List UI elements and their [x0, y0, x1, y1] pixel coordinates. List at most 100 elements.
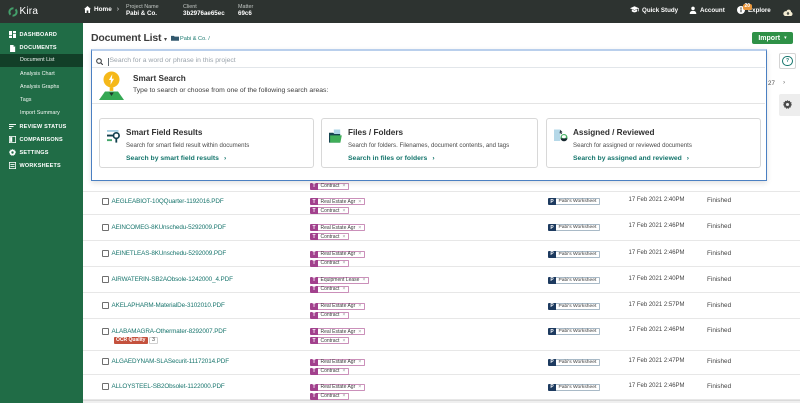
- sidebar-item-dashboard[interactable]: DASHBOARD: [0, 28, 83, 41]
- tag-label: Real Estate Agr: [321, 199, 356, 205]
- row-checkbox[interactable]: [102, 276, 109, 283]
- assigned-reviewed-desc: Search for assigned or reviewed document…: [573, 142, 692, 149]
- import-button[interactable]: Import ▾: [752, 32, 793, 44]
- tag-remove-icon[interactable]: ×: [358, 199, 361, 205]
- tag-type-icon: T: [310, 183, 318, 190]
- worksheet-tag[interactable]: P Pabi's Worksheet: [548, 277, 600, 284]
- worksheet-tag[interactable]: P Pabi's Worksheet: [548, 328, 600, 335]
- row-checkbox[interactable]: [102, 358, 109, 365]
- document-tag[interactable]: T Real Estate Agr×: [310, 224, 365, 231]
- worksheet-tag[interactable]: P Pabi's Worksheet: [548, 384, 600, 391]
- document-tag[interactable]: T Contract×: [310, 233, 349, 240]
- worksheet-tag[interactable]: P Pabi's Worksheet: [548, 198, 600, 205]
- row-checkbox[interactable]: [102, 328, 109, 335]
- cloud-sync-button[interactable]: [783, 9, 793, 16]
- pagination-next-icon[interactable]: ›: [783, 79, 785, 86]
- row-checkbox[interactable]: [102, 383, 109, 390]
- worksheet-tag[interactable]: P Pabi's Worksheet: [548, 359, 600, 366]
- assigned-reviewed-link[interactable]: Search by assigned and reviewed›: [573, 155, 689, 162]
- quick-study-button[interactable]: Quick Study: [630, 6, 678, 14]
- document-tag[interactable]: T Real Estate Agr×: [310, 303, 365, 310]
- sidebar-worksheets-label: WORKSHEETS: [20, 163, 61, 169]
- document-tag[interactable]: T Real Estate Agr×: [310, 384, 365, 391]
- row-divider: [83, 214, 800, 215]
- tag-type-icon: T: [310, 251, 318, 258]
- files-folders-card[interactable]: Files / Folders Search for folders. File…: [321, 118, 538, 168]
- document-tag[interactable]: T Contract×: [310, 312, 349, 319]
- worksheet-tag[interactable]: P Pabi's Worksheet: [548, 303, 600, 310]
- document-tag[interactable]: T Contract×: [310, 368, 349, 375]
- tag-remove-icon[interactable]: ×: [362, 277, 365, 283]
- sidebar-item-document-list[interactable]: Document List: [0, 54, 83, 67]
- tag-remove-icon[interactable]: ×: [358, 251, 361, 257]
- assigned-reviewed-card[interactable]: Assigned / Reviewed Search for assigned …: [546, 118, 761, 168]
- tag-remove-icon[interactable]: ×: [358, 329, 361, 335]
- smart-field-results-link[interactable]: Search by smart field results›: [126, 155, 226, 162]
- tag-remove-icon[interactable]: ×: [342, 368, 345, 374]
- tag-remove-icon[interactable]: ×: [342, 286, 345, 292]
- row-checkbox[interactable]: [102, 198, 109, 205]
- document-name-link[interactable]: AEINETLEAS-8KUnschedu-5292009.PDF: [112, 250, 227, 257]
- document-tag[interactable]: T Contract×: [310, 260, 349, 267]
- tag-remove-icon[interactable]: ×: [358, 303, 361, 309]
- sidebar-item-documents[interactable]: DOCUMENTS: [0, 42, 83, 55]
- breadcrumb[interactable]: Pabi & Co. /: [180, 36, 210, 42]
- worksheet-type-icon: P: [548, 328, 556, 335]
- files-folders-link[interactable]: Search in files or folders›: [348, 155, 435, 162]
- sidebar-item-settings[interactable]: SETTINGS: [0, 146, 83, 159]
- document-name-link[interactable]: AEINCOMEG-8KUnschedu-5292009.PDF: [112, 224, 226, 231]
- sidebar-item-import-summary[interactable]: Import Summary: [0, 107, 83, 120]
- document-name-link[interactable]: AKELAPHARM-MaterialDe-3102010.PDF: [112, 302, 225, 309]
- document-tag[interactable]: T Contract×: [310, 286, 349, 293]
- document-tag[interactable]: T Contract×: [310, 393, 349, 400]
- tag-remove-icon[interactable]: ×: [358, 384, 361, 390]
- search-input[interactable]: Search for a word or phrase in this proj…: [92, 51, 765, 68]
- worksheet-tag[interactable]: P Pabi's Worksheet: [548, 251, 600, 258]
- project-name-value: Pabi & Co.: [126, 10, 159, 18]
- tag-remove-icon[interactable]: ×: [358, 225, 361, 231]
- tag-remove-icon[interactable]: ×: [342, 338, 345, 344]
- person-icon: [689, 6, 697, 14]
- tag-remove-icon[interactable]: ×: [342, 208, 345, 214]
- row-checkbox[interactable]: [102, 302, 109, 309]
- sidebar-item-review-status[interactable]: REVIEW STATUS: [0, 120, 83, 133]
- row-checkbox[interactable]: [102, 250, 109, 257]
- tag-type-icon: T: [310, 224, 318, 231]
- tag-remove-icon[interactable]: ×: [358, 359, 361, 365]
- worksheet-tag[interactable]: P Pabi's Worksheet: [548, 224, 600, 231]
- sidebar-item-analysis-chart[interactable]: Analysis Chart: [0, 68, 83, 81]
- covered-row-tag[interactable]: T Contract×: [310, 183, 349, 190]
- bottom-scrollbar-strip[interactable]: [83, 400, 800, 403]
- tag-remove-icon[interactable]: ×: [342, 234, 345, 240]
- document-tag[interactable]: T Real Estate Agr×: [310, 198, 365, 205]
- document-tag[interactable]: T Contract×: [310, 207, 349, 214]
- document-name-link[interactable]: ALLOYSTEEL-SB2Obsolet-1122000.PDF: [112, 383, 225, 390]
- document-tag[interactable]: T Real Estate Agr×: [310, 359, 365, 366]
- document-name-link[interactable]: AIRWATERIN-SB2AObsole-1242000_4.PDF: [112, 276, 233, 283]
- row-checkbox[interactable]: [102, 224, 109, 231]
- tag-remove-icon[interactable]: ×: [342, 183, 345, 189]
- row-date: 17 Feb 2021 2:57PM: [629, 302, 685, 308]
- document-tag[interactable]: T Contract×: [310, 337, 349, 344]
- help-button[interactable]: ?: [779, 53, 796, 69]
- sidebar-item-analysis-graphs[interactable]: Analysis Graphs: [0, 81, 83, 94]
- tag-label: Real Estate Agr: [321, 225, 356, 231]
- document-tag[interactable]: T Real Estate Agr×: [310, 328, 365, 335]
- home-link[interactable]: Home ›: [84, 6, 119, 13]
- breadcrumb-caret-icon[interactable]: ▾: [164, 36, 167, 43]
- sidebar-item-worksheets[interactable]: WORKSHEETS: [0, 159, 83, 172]
- tag-remove-icon[interactable]: ×: [342, 260, 345, 266]
- tag-remove-icon[interactable]: ×: [342, 393, 345, 399]
- document-tag[interactable]: T Real Estate Agr×: [310, 251, 365, 258]
- kira-logo[interactable]: Kira: [8, 3, 38, 20]
- tag-remove-icon[interactable]: ×: [342, 312, 345, 318]
- document-name-link[interactable]: ALABAMAGRA-Othermater-8292007.PDF: [112, 328, 227, 335]
- document-name-link[interactable]: AEGLEABIOT-10QQuarter-1192016.PDF: [112, 198, 224, 205]
- smart-field-results-card[interactable]: Smart Field Results Search for smart fie…: [99, 118, 314, 168]
- document-tag[interactable]: T Equipment Lease×: [310, 277, 369, 284]
- account-button[interactable]: Account: [689, 6, 725, 14]
- sidebar-item-tags[interactable]: Tags: [0, 94, 83, 107]
- document-name-link[interactable]: ALGAEDYNAM-SLASecurit-11172014.PDF: [112, 358, 229, 365]
- column-settings-gear-icon[interactable]: [783, 100, 792, 109]
- sidebar-item-comparisons[interactable]: COMPARISONS: [0, 133, 83, 146]
